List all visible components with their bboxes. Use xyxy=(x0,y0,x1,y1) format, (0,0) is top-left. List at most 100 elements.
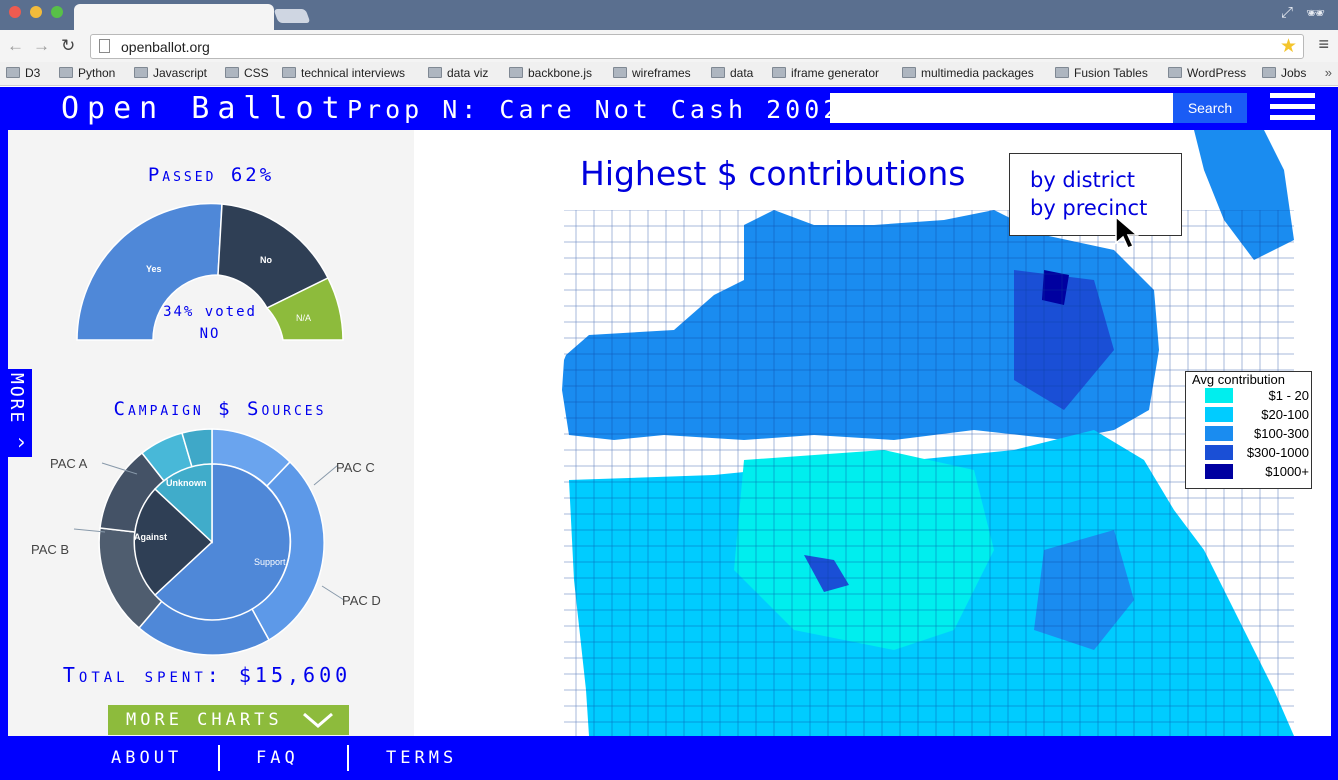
bookmark-item[interactable]: data xyxy=(711,66,753,80)
voted-caption: 34% voted NO xyxy=(160,301,260,345)
site-header: Open Ballot Prop N: Care Not Cash 2002 S… xyxy=(0,87,1338,130)
legend-swatch xyxy=(1205,426,1233,441)
map-view-dropdown[interactable]: by district by precinct xyxy=(1009,153,1182,236)
legend-item: $20-100 xyxy=(1205,407,1311,423)
footer-divider xyxy=(218,745,220,771)
page-title: Prop N: Care Not Cash 2002 xyxy=(347,95,843,124)
legend-item: $100-300 xyxy=(1205,426,1311,442)
new-tab-button[interactable] xyxy=(273,9,311,23)
bookmark-item[interactable]: D3 xyxy=(6,66,40,80)
zoom-window-button[interactable] xyxy=(51,6,63,18)
bookmark-item[interactable]: multimedia packages xyxy=(902,66,1034,80)
terms-link[interactable]: terms xyxy=(386,748,457,768)
unknown-label: Unknown xyxy=(166,478,207,488)
bookmark-item[interactable]: WordPress xyxy=(1168,66,1246,80)
bookmark-item[interactable]: technical interviews xyxy=(282,66,405,80)
bookmarks-overflow-icon[interactable]: » xyxy=(1325,65,1332,80)
vote-result-chart: Yes No N/A xyxy=(76,202,344,341)
site-footer: about faq terms xyxy=(0,736,1338,780)
legend-title: Avg contribution xyxy=(1192,372,1285,387)
bookmark-item[interactable]: Fusion Tables xyxy=(1055,66,1148,80)
bookmarks-bar: D3 Python Javascript CSS technical inter… xyxy=(0,62,1338,86)
voted-caption-line1: 34% voted xyxy=(163,304,257,320)
legend-swatch xyxy=(1205,464,1233,479)
browser-toolbar: ← → ↻ openballot.org ★ ≡ xyxy=(0,30,1338,62)
support-label: Support xyxy=(254,557,286,567)
folder-icon xyxy=(772,67,786,78)
chevron-down-icon xyxy=(303,712,333,728)
frame-border-right xyxy=(1331,130,1338,736)
pac-b-label: PAC B xyxy=(31,542,69,557)
bookmark-item[interactable]: iframe generator xyxy=(772,66,879,80)
browser-tab-bar: ⤢ 🕶 xyxy=(0,0,1338,30)
folder-icon xyxy=(711,67,725,78)
hamburger-menu-icon[interactable] xyxy=(1270,93,1315,123)
url-text: openballot.org xyxy=(121,39,210,55)
map-legend: Avg contribution $1 - 20 $20-100 $100-30… xyxy=(1185,371,1312,489)
folder-icon xyxy=(1168,67,1182,78)
folder-icon xyxy=(282,67,296,78)
folder-icon xyxy=(1262,67,1276,78)
more-side-tab-label: MORE ^ xyxy=(6,373,27,451)
option-by-district[interactable]: by district xyxy=(1030,166,1181,194)
bookmark-item[interactable]: backbone.js xyxy=(509,66,592,80)
sources-title: Campaign $ Sources xyxy=(113,398,327,420)
legend-swatch xyxy=(1205,388,1233,403)
browser-tab-active[interactable] xyxy=(74,4,274,30)
pac-d-label: PAC D xyxy=(342,593,381,608)
bookmark-item[interactable]: wireframes xyxy=(613,66,691,80)
pac-a-label: PAC A xyxy=(50,456,88,471)
folder-icon xyxy=(59,67,73,78)
against-label: Against xyxy=(134,532,167,542)
reload-icon[interactable]: ↻ xyxy=(61,36,75,56)
legend-item: $1000+ xyxy=(1205,464,1311,480)
address-bar[interactable]: openballot.org ★ xyxy=(90,34,1304,59)
pac-c-leader-line xyxy=(313,464,339,486)
more-charts-button[interactable]: more charts xyxy=(108,705,349,735)
forward-icon[interactable]: → xyxy=(33,36,50,56)
folder-icon xyxy=(428,67,442,78)
charts-sidebar: Passed 62% Yes No N/A 34% voted NO Campa… xyxy=(8,130,414,736)
bookmark-item[interactable]: Jobs xyxy=(1262,66,1306,80)
site-logo[interactable]: Open Ballot xyxy=(61,91,348,126)
fullscreen-icon[interactable]: ⤢ xyxy=(1281,4,1293,21)
page-icon xyxy=(99,39,110,53)
folder-icon xyxy=(509,67,523,78)
yes-label: Yes xyxy=(146,264,162,274)
result-title: Passed 62% xyxy=(147,164,275,186)
incognito-icon: 🕶 xyxy=(1306,5,1326,22)
back-icon[interactable]: ← xyxy=(7,36,24,56)
browser-menu-icon[interactable]: ≡ xyxy=(1318,34,1329,55)
folder-icon xyxy=(134,67,148,78)
map-title: Highest $ contributions xyxy=(580,154,966,193)
option-by-precinct[interactable]: by precinct xyxy=(1030,194,1181,222)
folder-icon xyxy=(1055,67,1069,78)
folder-icon xyxy=(613,67,627,78)
folder-icon xyxy=(902,67,916,78)
legend-item: $300-1000 xyxy=(1205,445,1311,461)
search-input[interactable] xyxy=(830,93,1173,123)
more-side-tab[interactable]: MORE ^ xyxy=(0,369,32,457)
folder-icon xyxy=(6,67,20,78)
bookmark-item[interactable]: data viz xyxy=(428,66,488,80)
no-label: No xyxy=(260,255,272,265)
campaign-sources-chart: Support Against Unknown PAC A PAC B PAC … xyxy=(31,428,381,656)
bookmark-item[interactable]: CSS xyxy=(225,66,269,80)
minimize-window-button[interactable] xyxy=(30,6,42,18)
bookmark-item[interactable]: Javascript xyxy=(134,66,207,80)
legend-swatch xyxy=(1205,407,1233,422)
folder-icon xyxy=(225,67,239,78)
legend-item: $1 - 20 xyxy=(1205,388,1311,404)
bookmark-item[interactable]: Python xyxy=(59,66,115,80)
pac-d-leader-line xyxy=(321,585,345,601)
pac-c-label: PAC C xyxy=(336,460,375,475)
bookmark-star-icon[interactable]: ★ xyxy=(1280,35,1297,58)
faq-link[interactable]: faq xyxy=(256,748,299,768)
about-link[interactable]: about xyxy=(111,748,182,768)
contributions-map[interactable]: Highest $ contributions by district by p… xyxy=(414,130,1331,736)
more-charts-label: more charts xyxy=(126,710,283,730)
close-window-button[interactable] xyxy=(9,6,21,18)
search-button[interactable]: Search xyxy=(1173,93,1247,123)
total-spent: Total spent: $15,600 xyxy=(62,663,352,687)
footer-divider xyxy=(347,745,349,771)
